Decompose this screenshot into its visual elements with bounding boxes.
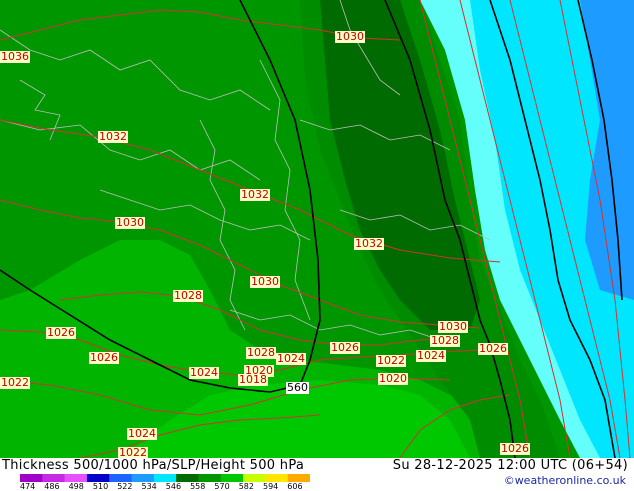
- color-scale-swatch: [109, 474, 133, 482]
- pressure-label: 1018: [238, 373, 268, 386]
- color-scale-swatch: [287, 474, 310, 482]
- color-scale-swatch: [131, 474, 155, 482]
- legend-footer: Thickness 500/1000 hPa/SLP/Height 500 hP…: [0, 458, 634, 491]
- pressure-label: 1026: [330, 341, 360, 354]
- pressure-label: 1030: [335, 30, 365, 43]
- color-scale-swatch: [265, 474, 289, 482]
- color-scale-swatch: [42, 474, 66, 482]
- pressure-label: 1030: [438, 320, 468, 333]
- color-scale-swatch: [153, 474, 177, 482]
- site-credit[interactable]: ©weatheronline.co.uk: [504, 474, 626, 487]
- pressure-label: 1032: [98, 130, 128, 143]
- pressure-label: 1030: [115, 216, 145, 229]
- map-title: Thickness 500/1000 hPa/SLP/Height 500 hP…: [2, 458, 305, 473]
- color-scale-bar: [20, 474, 310, 482]
- pressure-label: 1028: [430, 334, 460, 347]
- pressure-label: 1032: [354, 237, 384, 250]
- pressure-label: 1022: [118, 446, 148, 458]
- pressure-label: 1036: [0, 50, 30, 63]
- pressure-label: 1024: [127, 427, 157, 440]
- valid-datetime: Su 28-12-2025 12:00 UTC (06+54): [392, 458, 628, 473]
- color-scale-swatch: [64, 474, 88, 482]
- pressure-label: 1032: [240, 188, 270, 201]
- color-scale-swatch: [243, 474, 266, 482]
- color-scale-swatch: [198, 474, 222, 482]
- pressure-label: 1026: [478, 342, 508, 355]
- pressure-label: 1024: [276, 352, 306, 365]
- color-scale-swatch: [176, 474, 199, 482]
- weather-map: 1030 1036 1032 1032 1030 1032 1030 1028 …: [0, 0, 634, 458]
- pressure-label: 1024: [189, 366, 219, 379]
- pressure-label: 1024: [416, 349, 446, 362]
- map-canvas: [0, 0, 634, 458]
- color-scale-swatch: [20, 474, 43, 482]
- pressure-label: 1026: [89, 351, 119, 364]
- pressure-label: 1026: [500, 442, 530, 455]
- pressure-label: 1022: [0, 376, 30, 389]
- pressure-label: 1022: [376, 354, 406, 367]
- pressure-label: 1028: [246, 346, 276, 359]
- pressure-label: 1026: [46, 326, 76, 339]
- color-scale-swatch: [220, 474, 244, 482]
- height-label: 560: [286, 381, 309, 394]
- pressure-label: 1020: [378, 372, 408, 385]
- pressure-label: 1028: [173, 289, 203, 302]
- pressure-label: 1030: [250, 275, 280, 288]
- thickness-fill: [0, 0, 634, 458]
- color-scale-swatch: [86, 474, 110, 482]
